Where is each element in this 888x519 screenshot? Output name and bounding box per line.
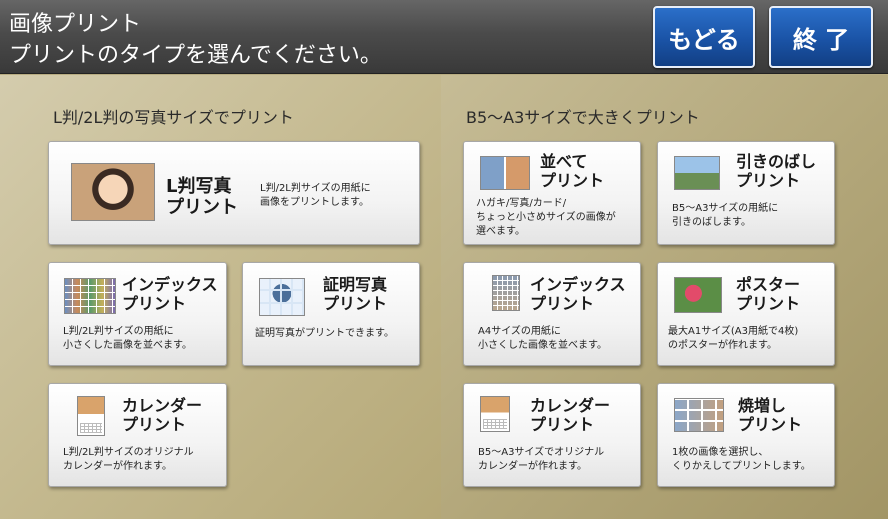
reprint-icon [674, 398, 724, 432]
calendar-icon [480, 396, 510, 432]
card-title: インデックス [530, 275, 626, 294]
card-title: ポスター [736, 275, 801, 294]
section-title-photo-size: L判/2L判の写真サイズでプリント [53, 108, 294, 127]
l-index-print-button[interactable]: インデックス プリント L判/2L判サイズの用紙に 小さくした画像を並べます。 [48, 262, 227, 366]
card-title: 並べて [540, 152, 588, 171]
page-title: 画像プリント [9, 12, 142, 37]
card-title: プリント [540, 171, 605, 190]
card-title: プリント [530, 294, 595, 313]
poster-icon [674, 277, 722, 313]
card-description: 小さくした画像を並べます。 [63, 340, 192, 351]
card-description: 画像をプリントします。 [260, 197, 369, 208]
card-title: プリント [736, 294, 801, 313]
enlarge-print-button[interactable]: 引きのばし プリント B5～A3サイズの用紙に 引きのばします。 [657, 141, 835, 245]
large-calendar-print-button[interactable]: カレンダー プリント B5～A3サイズでオリジナル カレンダーが作れます。 [463, 383, 641, 487]
enlarge-icon [674, 156, 720, 190]
card-title: L判写真 [166, 176, 232, 197]
card-title: プリント [122, 415, 187, 434]
a4-index-print-button[interactable]: インデックス プリント A4サイズの用紙に 小さくした画像を並べます。 [463, 262, 641, 366]
card-title: プリント [122, 294, 187, 313]
card-description: のポスターが作れます。 [668, 340, 777, 351]
page-instruction: プリントのタイプを選んでください。 [9, 43, 382, 68]
card-description: L判/2L判サイズのオリジナル [63, 447, 194, 458]
id-photo-icon [259, 278, 305, 316]
card-description: B5～A3サイズでオリジナル [478, 447, 605, 458]
card-description: 選べます。 [476, 226, 525, 237]
card-title: プリント [323, 294, 388, 313]
card-description: A4サイズの用紙に [478, 326, 561, 337]
header-bar: 画像プリント プリントのタイプを選んでください。 もどる 終 了 [0, 0, 888, 74]
card-title: プリント [166, 197, 238, 218]
arrange-icon [480, 156, 530, 190]
card-title: プリント [736, 171, 801, 190]
card-title: プリント [738, 415, 803, 434]
card-title: インデックス [122, 275, 218, 294]
card-description: 証明写真がプリントできます。 [255, 328, 394, 339]
card-description: ちょっと小さめサイズの画像が [476, 212, 616, 223]
card-description: 小さくした画像を並べます。 [478, 340, 607, 351]
photo-icon [71, 163, 155, 221]
card-description: L判/2L判サイズの用紙に [260, 183, 371, 194]
card-title: 証明写真 [323, 275, 388, 294]
index-icon [492, 275, 520, 311]
poster-print-button[interactable]: ポスター プリント 最大A1サイズ(A3用紙で4枚) のポスターが作れます。 [657, 262, 835, 366]
card-description: B5～A3サイズの用紙に [672, 203, 779, 214]
card-description: カレンダーが作れます。 [63, 461, 172, 472]
arrange-print-button[interactable]: 並べて プリント ハガキ/写真/カード/ ちょっと小さめサイズの画像が 選べます… [463, 141, 641, 245]
card-description: カレンダーが作れます。 [478, 461, 587, 472]
reprint-print-button[interactable]: 焼増し プリント 1枚の画像を選択し、 くりかえしてプリントします。 [657, 383, 835, 487]
back-button[interactable]: もどる [653, 6, 755, 68]
card-description: くりかえしてプリントします。 [672, 461, 811, 472]
card-description: 最大A1サイズ(A3用紙で4枚) [668, 326, 799, 337]
l-calendar-print-button[interactable]: カレンダー プリント L判/2L判サイズのオリジナル カレンダーが作れます。 [48, 383, 227, 487]
card-title: 引きのばし [736, 152, 817, 171]
card-title: カレンダー [530, 396, 611, 415]
card-title: プリント [530, 415, 595, 434]
card-title: 焼増し [738, 396, 787, 415]
end-button[interactable]: 終 了 [769, 6, 873, 68]
section-title-large-size: B5～A3サイズで大きくプリント [466, 108, 700, 127]
id-photo-print-button[interactable]: 証明写真 プリント 証明写真がプリントできます。 [242, 262, 420, 366]
calendar-icon [77, 396, 105, 436]
card-description: 引きのばします。 [672, 217, 751, 228]
card-description: ハガキ/写真/カード/ [476, 198, 567, 209]
card-description: 1枚の画像を選択し、 [672, 447, 769, 458]
l-photo-print-button[interactable]: L判写真 プリント L判/2L判サイズの用紙に 画像をプリントします。 [48, 141, 420, 245]
card-title: カレンダー [122, 396, 203, 415]
index-icon [64, 278, 116, 314]
card-description: L判/2L判サイズの用紙に [63, 326, 174, 337]
